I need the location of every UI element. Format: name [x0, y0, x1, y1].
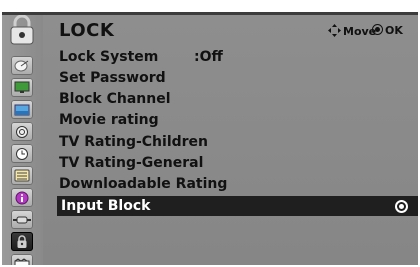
lock-icon — [10, 15, 34, 45]
menu-item-label: Lock System — [59, 49, 159, 65]
information-icon[interactable] — [11, 188, 33, 207]
lock-system-value: :Off — [194, 49, 223, 65]
lock-menu-panel: LOCK Move OK Lock System :Off Set Passwo… — [2, 12, 418, 265]
menu-item-label: Block Channel — [59, 91, 171, 107]
ok-hint: OK — [372, 24, 403, 37]
tv-picture-icon[interactable] — [11, 78, 33, 97]
category-sidebar — [2, 12, 43, 265]
menu-item-set-password[interactable]: Set Password — [59, 68, 166, 88]
picture-icon[interactable] — [11, 100, 33, 119]
menu-title: LOCK — [59, 20, 115, 41]
menu-item-block-channel[interactable]: Block Channel — [59, 89, 171, 109]
menu-item-tv-rating-general[interactable]: TV Rating-General — [59, 153, 203, 173]
menu-item-label: Input Block — [61, 198, 151, 214]
ok-hint-label: OK — [385, 24, 403, 37]
satellite-dish-icon[interactable] — [11, 56, 33, 75]
audio-icon[interactable] — [11, 122, 33, 141]
input-icon[interactable] — [11, 210, 33, 229]
menu-item-label: TV Rating-Children — [59, 134, 209, 150]
menu-item-label: Downloadable Rating — [59, 176, 228, 192]
menu-item-label: Set Password — [59, 70, 166, 86]
channel-icon[interactable] — [11, 254, 33, 265]
menu-item-input-block[interactable]: Input Block — [57, 196, 418, 216]
move-hint: Move — [328, 24, 376, 38]
menu-item-lock-system[interactable]: Lock System :Off — [59, 47, 223, 67]
top-border — [2, 12, 418, 15]
menu-item-label: TV Rating-General — [59, 155, 204, 171]
selected-radio-icon — [395, 200, 408, 213]
menu-item-tv-rating-children[interactable]: TV Rating-Children — [59, 132, 208, 152]
menu-item-movie-rating[interactable]: Movie rating — [59, 110, 159, 130]
option-icon[interactable] — [11, 166, 33, 185]
time-icon[interactable] — [11, 144, 33, 163]
menu-item-label: Movie rating — [59, 112, 159, 128]
four-way-arrow-icon — [328, 24, 341, 37]
menu-item-downloadable-rating[interactable]: Downloadable Rating — [59, 174, 227, 194]
lock-icon[interactable] — [11, 232, 33, 251]
ok-button-icon — [372, 24, 383, 35]
